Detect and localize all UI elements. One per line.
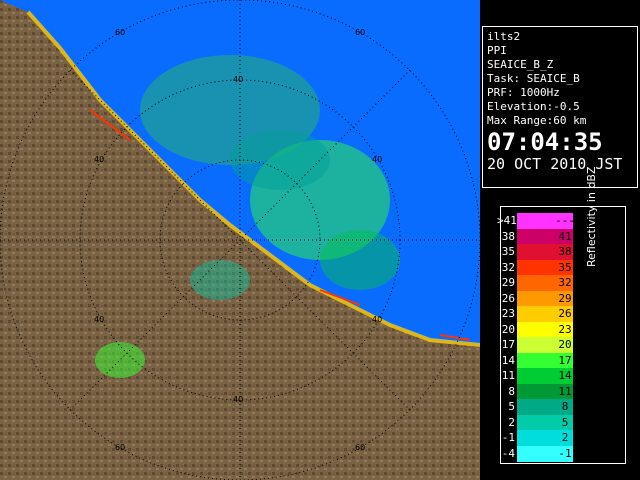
legend-lower-bound: 32 <box>501 260 515 274</box>
radar-ppi-map: 60 40 60 40 40 40 40 40 60 60 <box>0 0 480 480</box>
ring-label: 40 <box>94 155 104 164</box>
station-name: ilts2 <box>487 30 521 43</box>
legend-lower-bound: 38 <box>501 229 515 243</box>
ring-label: 40 <box>94 315 104 324</box>
legend-row: 29 32 <box>501 275 601 291</box>
product-name: SEAICE_B_Z <box>487 58 554 71</box>
legend-row: 20 23 <box>501 321 601 338</box>
info-sidebar: ilts2 PPI SEAICE_B_Z Task: SEAICE_B PRF:… <box>480 0 640 480</box>
legend-row: 58 <box>501 399 601 415</box>
ring-label: 60 <box>355 28 365 37</box>
legend-row: 8 11 <box>501 383 601 400</box>
legend-upper-bound: -1 <box>558 446 572 460</box>
ring-label: 60 <box>115 443 125 452</box>
legend-row: -4 -1 <box>501 445 601 462</box>
legend-upper-bound: 5 <box>561 415 569 429</box>
legend-lower-bound: -1 <box>501 431 515 444</box>
scan-info-panel: ilts2 PPI SEAICE_B_Z Task: SEAICE_B PRF:… <box>482 26 638 188</box>
elevation-value: Elevation:-0.5 <box>487 100 580 113</box>
legend-upper-bound: 17 <box>558 353 572 367</box>
legend-row: 14 17 <box>501 352 601 369</box>
prf-value: PRF: 1000Hz <box>487 86 560 99</box>
legend-upper-bound: 29 <box>558 291 572 305</box>
legend-title: Reflectivity in dBZ <box>585 166 598 267</box>
legend-row: 23 26 <box>501 306 601 322</box>
legend-upper-bound: 32 <box>558 276 572 289</box>
legend-lower-bound: 20 <box>501 322 515 336</box>
legend-lower-bound: 11 <box>501 369 515 382</box>
legend-upper-bound: 14 <box>558 369 572 382</box>
legend-upper-bound: 2 <box>561 431 569 444</box>
legend-lower-bound: 29 <box>501 276 515 289</box>
legend-upper-bound: 23 <box>558 322 572 336</box>
legend-lower-bound: -4 <box>501 446 515 460</box>
task-name: Task: SEAICE_B <box>487 72 580 85</box>
ring-label: 60 <box>115 28 125 37</box>
legend-lower-bound: 5 <box>508 400 515 413</box>
legend-lower-bound: >41 <box>497 214 517 227</box>
scan-time: 07:04:35 <box>487 128 603 156</box>
ring-label: 40 <box>372 315 382 324</box>
legend-upper-bound: 41 <box>558 229 572 243</box>
legend-row: 17 20 <box>501 337 601 353</box>
ring-label: 40 <box>372 155 382 164</box>
max-range-value: Max Range:60 km <box>487 114 587 127</box>
legend-lower-bound: 35 <box>501 245 515 258</box>
legend-upper-bound: 20 <box>558 338 572 351</box>
legend-lower-bound: 14 <box>501 353 515 367</box>
legend-upper-bound: 8 <box>561 400 569 413</box>
ring-label: 40 <box>233 395 243 404</box>
legend-row: 11 14 <box>501 368 601 384</box>
scan-date: 20 OCT 2010 JST <box>487 155 623 173</box>
legend-lower-bound: 23 <box>501 307 515 320</box>
ring-label: 60 <box>355 443 365 452</box>
reflectivity-legend: >41 --- 38 41 35 38 32 35 29 32 26 29 23 26 20 23 17 20 14… <box>497 166 626 464</box>
legend-lower-bound: 17 <box>501 338 515 351</box>
legend-lower-bound: 2 <box>508 415 515 429</box>
legend-lower-bound: 8 <box>508 384 515 398</box>
legend-row: 25 <box>501 414 601 431</box>
legend-upper-bound: 26 <box>558 307 572 320</box>
legend-upper-bound: --- <box>555 214 575 227</box>
legend-lower-bound: 26 <box>501 291 515 305</box>
legend-row: -1 2 <box>501 430 601 446</box>
legend-upper-bound: 38 <box>558 245 572 258</box>
legend-upper-bound: 35 <box>558 260 572 274</box>
legend-upper-bound: 11 <box>558 384 572 398</box>
scan-mode: PPI <box>487 44 507 57</box>
legend-row: 26 29 <box>501 290 601 307</box>
ring-label: 40 <box>233 75 243 84</box>
